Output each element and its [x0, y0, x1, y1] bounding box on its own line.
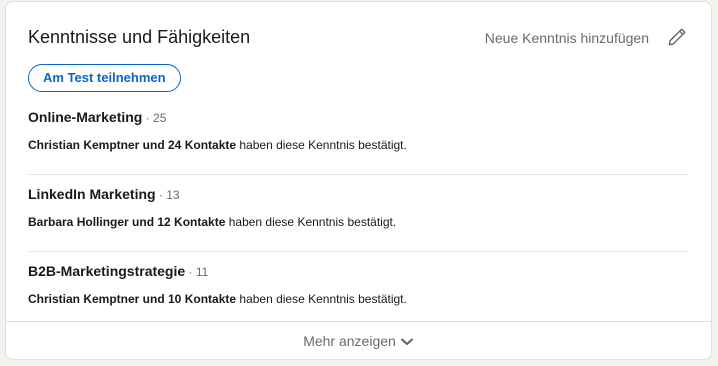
- skill-endorsement-count: · 11: [185, 265, 209, 279]
- skill-header: B2B-Marketingstrategie · 11: [28, 263, 208, 281]
- skill-endorsement-count: · 25: [142, 111, 167, 125]
- endorse-text: haben diese Kenntnis bestätigt.: [239, 138, 407, 152]
- skill-item: B2B-Marketingstrategie · 11 Christian Ke…: [28, 252, 688, 329]
- skill-count-value: 25: [153, 111, 167, 125]
- skill-count-value: 13: [166, 188, 180, 202]
- skills-list: Online-Marketing · 25 Christian Kemptner…: [28, 98, 688, 329]
- endorsers-link[interactable]: Christian Kemptner und 10 Kontakte: [28, 292, 236, 306]
- skill-item: Online-Marketing · 25 Christian Kemptner…: [28, 98, 688, 175]
- card-header: Kenntnisse und Fähigkeiten Neue Kenntnis…: [28, 24, 689, 50]
- skill-endorsement-count: · 13: [155, 188, 180, 202]
- skill-endorsement: Christian Kemptner und 24 Kontakte haben…: [28, 138, 407, 152]
- section-title: Kenntnisse und Fähigkeiten: [28, 27, 251, 47]
- edit-button[interactable]: [665, 25, 689, 49]
- skill-count-value: 11: [195, 265, 209, 279]
- skills-card: Kenntnisse und Fähigkeiten Neue Kenntnis…: [5, 1, 712, 360]
- take-test-button[interactable]: Am Test teilnehmen: [28, 64, 181, 92]
- skill-item: LinkedIn Marketing · 13 Barbara Hollinge…: [28, 175, 688, 252]
- skill-header: Online-Marketing · 25: [28, 109, 166, 127]
- show-more-button[interactable]: Mehr anzeigen: [6, 321, 711, 359]
- skill-header: LinkedIn Marketing · 13: [28, 186, 180, 204]
- skill-name[interactable]: Online-Marketing: [28, 109, 142, 125]
- endorsers-link[interactable]: Barbara Hollinger und 12 Kontakte: [28, 215, 225, 229]
- pencil-icon: [668, 28, 686, 46]
- show-more-label: Mehr anzeigen: [303, 332, 396, 349]
- endorse-text: haben diese Kenntnis bestätigt.: [239, 292, 407, 306]
- skill-name[interactable]: LinkedIn Marketing: [28, 186, 156, 202]
- endorse-text: haben diese Kenntnis bestätigt.: [228, 215, 397, 229]
- endorsers-link[interactable]: Christian Kemptner und 24 Kontakte: [28, 138, 236, 152]
- add-skill-link[interactable]: Neue Kenntnis hinzufügen: [485, 29, 649, 47]
- chevron-down-icon: [400, 338, 413, 345]
- skill-endorsement: Barbara Hollinger und 12 Kontakte haben …: [28, 215, 396, 229]
- skill-endorsement: Christian Kemptner und 10 Kontakte haben…: [28, 292, 407, 306]
- skill-name[interactable]: B2B-Marketingstrategie: [28, 263, 185, 279]
